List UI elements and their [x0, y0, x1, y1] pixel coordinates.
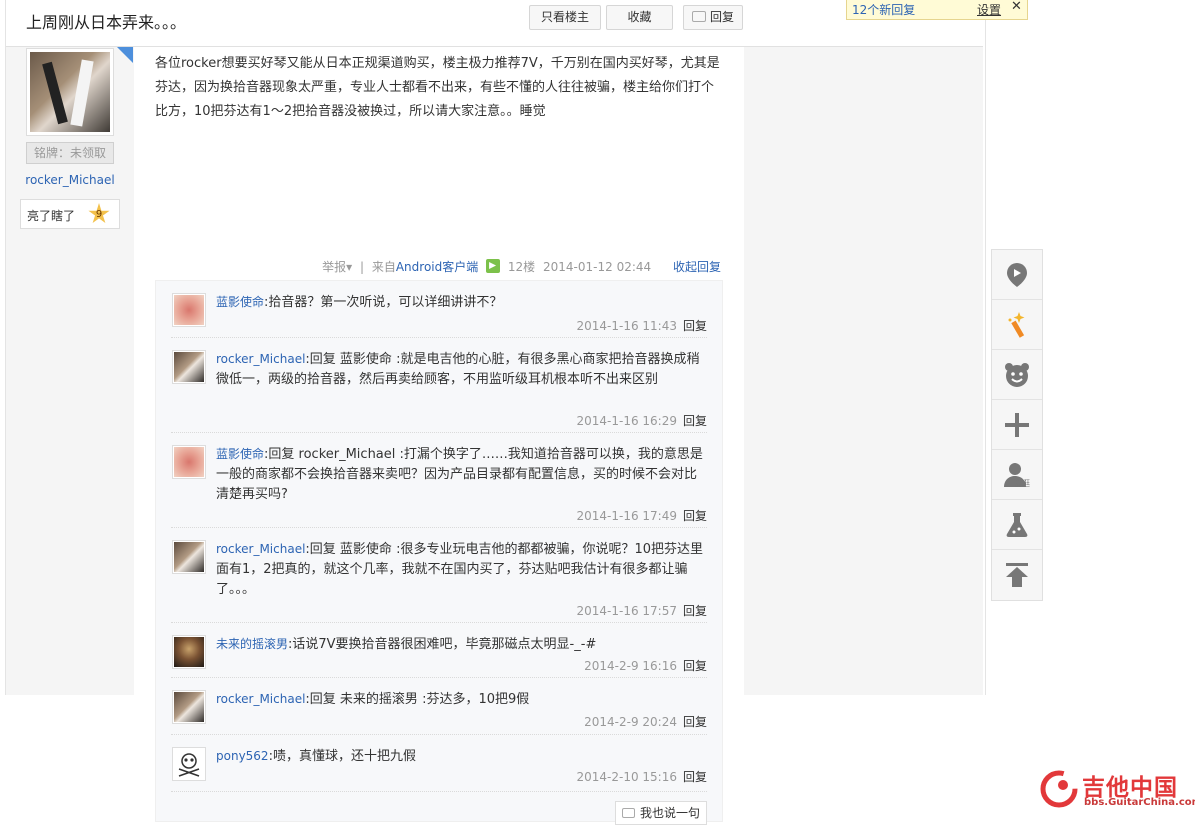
reply-button[interactable]: 回复 [683, 5, 743, 30]
plus-icon[interactable] [992, 400, 1042, 450]
user-icon[interactable]: 爱逛 [992, 450, 1042, 500]
reply-reply-link[interactable]: 回复 [683, 604, 707, 618]
post-time: 2014-01-12 02:44 [543, 260, 652, 274]
reply-meta: 2014-1-16 16:29 回复 [576, 414, 707, 428]
back-to-top-icon[interactable] [992, 550, 1042, 599]
reply-username[interactable]: pony562 [216, 749, 269, 763]
reply-item: 蓝影使命:回复 rocker_Michael :打漏个换字了……我知道拾音器可以… [171, 433, 707, 528]
thread-header: 上周刚从日本弄来。。。 只看楼主 收藏 回复 [6, 0, 983, 47]
reply-list: 蓝影使命:拾音器？第一次听说，可以详细讲讲不？ 2014-1-16 11:43 回… [155, 280, 723, 825]
location-pin-icon[interactable] [992, 250, 1042, 300]
reply-username[interactable]: 蓝影使命 [216, 447, 264, 461]
watermark-logo: 吉他中国 bbs.GuitarChina.com [1040, 768, 1195, 814]
post-content: 各位rocker想要买好琴又能从日本正规渠道购买，楼主极力推荐7V，千万别在国内… [155, 56, 720, 119]
nameplate-badge[interactable]: 铭牌：未领取 [26, 142, 114, 164]
author-avatar[interactable] [26, 48, 114, 136]
reply-meta: 2014-2-10 15:16 回复 [576, 770, 707, 784]
comment-icon [691, 11, 706, 22]
side-toolbar: 爱逛 [991, 249, 1043, 601]
reply-item: rocker_Michael:回复 蓝影使命 :就是电吉他的心脏，有很多黑心商家… [171, 338, 707, 433]
reply-item: rocker_Michael:回复 未来的摇滚男 :芬达多，10把9假 2014… [171, 678, 707, 735]
favorite-button[interactable]: 收藏 [606, 5, 673, 30]
reply-item: 未来的摇滚男:话说7V要换拾音器很困难吧，毕竟那磁点太明显-_-# 2014-2… [171, 623, 707, 678]
reply-text: rocker_Michael:回复 蓝影使命 :就是电吉他的心脏，有很多黑心商家… [216, 352, 700, 387]
floor-number: 12楼 [507, 260, 536, 274]
reply-meta: 2014-1-16 17:57 回复 [576, 604, 707, 618]
bear-face-icon[interactable] [992, 350, 1042, 400]
reply-avatar[interactable] [172, 293, 206, 327]
reply-avatar[interactable] [172, 540, 206, 574]
reply-text: 蓝影使命:回复 rocker_Michael :打漏个换字了……我知道拾音器可以… [216, 447, 703, 502]
reply-text: 未来的摇滚男:话说7V要换拾音器很困难吧，毕竟那磁点太明显-_-# [216, 637, 597, 652]
reply-username[interactable]: rocker_Michael [216, 542, 305, 556]
new-reply-notification: 12个新回复 设置 ✕ [846, 0, 1028, 20]
watermark-url: bbs.GuitarChina.com [1084, 797, 1195, 808]
reply-item: 蓝影使命:拾音器？第一次听说，可以详细讲讲不？ 2014-1-16 11:43 回… [171, 281, 707, 338]
only-op-button[interactable]: 只看楼主 [529, 5, 601, 30]
reply-reply-link[interactable]: 回复 [683, 414, 707, 428]
user-icon-label: 爱逛 [1014, 479, 1030, 488]
right-column [744, 47, 983, 695]
magic-wand-icon[interactable] [992, 300, 1042, 350]
reply-text: rocker_Michael:回复 蓝影使命 :很多专业玩电吉他的都都被骗，你说… [216, 542, 703, 597]
author-name-link[interactable]: rocker_Michael [25, 173, 114, 187]
notification-settings-link[interactable]: 设置 [977, 1, 1001, 18]
guitar-china-logo-icon [1040, 770, 1078, 808]
reply-button-label: 回复 [709, 10, 734, 24]
reply-avatar[interactable] [172, 445, 206, 479]
level-title: 亮了瞎了 [27, 209, 76, 223]
reply-meta: 2014-2-9 20:24 回复 [584, 715, 707, 729]
reply-text: rocker_Michael:回复 未来的摇滚男 :芬达多，10把9假 [216, 692, 530, 707]
avatar-image [30, 52, 110, 132]
reply-reply-link[interactable]: 回复 [683, 659, 707, 673]
reply-username[interactable]: rocker_Michael [216, 352, 305, 366]
reply-meta: 2014-2-9 16:16 回复 [584, 659, 707, 673]
comment-icon [621, 808, 635, 818]
close-icon[interactable]: ✕ [1011, 0, 1022, 14]
reply-avatar[interactable] [172, 350, 206, 384]
reply-text: pony562:啧，真懂球，还十把九假 [216, 749, 416, 764]
reply-avatar[interactable] [172, 747, 206, 781]
reply-reply-link[interactable]: 回复 [683, 770, 707, 784]
thread-title: 上周刚从日本弄来。。。 [26, 13, 187, 32]
level-star-icon: 9 [88, 203, 110, 224]
reply-avatar[interactable] [172, 690, 206, 724]
report-button[interactable]: 举报▾ [318, 260, 352, 274]
reply-username[interactable]: 未来的摇滚男 [216, 637, 288, 651]
reply-item: pony562:啧，真懂球，还十把九假 2014-2-10 15:16 回复 [171, 735, 707, 792]
collapse-replies-link[interactable]: 收起回复 [673, 260, 721, 274]
reply-username[interactable]: rocker_Michael [216, 692, 305, 706]
user-level[interactable]: 亮了瞎了 9 [20, 199, 120, 229]
post-tail: 举报▾ | 来自Android客户端 12楼 2014-01-12 02:44 … [155, 252, 721, 280]
separator: | [359, 260, 364, 274]
from-prefix: 来自 [371, 260, 396, 274]
reply-text: 蓝影使命:拾音器？第一次听说，可以详细讲讲不？ [216, 295, 503, 310]
reply-reply-link[interactable]: 回复 [683, 509, 707, 523]
reply-username[interactable]: 蓝影使命 [216, 295, 264, 309]
android-client-link[interactable]: Android客户端 [396, 260, 478, 274]
reply-meta: 2014-1-16 17:49 回复 [576, 509, 707, 523]
reply-item: rocker_Michael:回复 蓝影使命 :很多专业玩电吉他的都都被骗，你说… [171, 528, 707, 623]
reply-avatar[interactable] [172, 635, 206, 669]
reply-reply-link[interactable]: 回复 [683, 715, 707, 729]
flask-icon[interactable] [992, 500, 1042, 550]
corner-flag-icon [117, 47, 133, 63]
reply-reply-link[interactable]: 回复 [683, 319, 707, 333]
new-reply-count[interactable]: 12个新回复 [852, 1, 915, 18]
author-name[interactable]: rocker_Michael [6, 173, 134, 187]
android-client-icon [486, 259, 501, 273]
reply-meta: 2014-1-16 11:43 回复 [576, 319, 707, 333]
say-something-button[interactable]: 我也说一句 [615, 801, 707, 825]
say-button-label: 我也说一句 [639, 806, 700, 820]
